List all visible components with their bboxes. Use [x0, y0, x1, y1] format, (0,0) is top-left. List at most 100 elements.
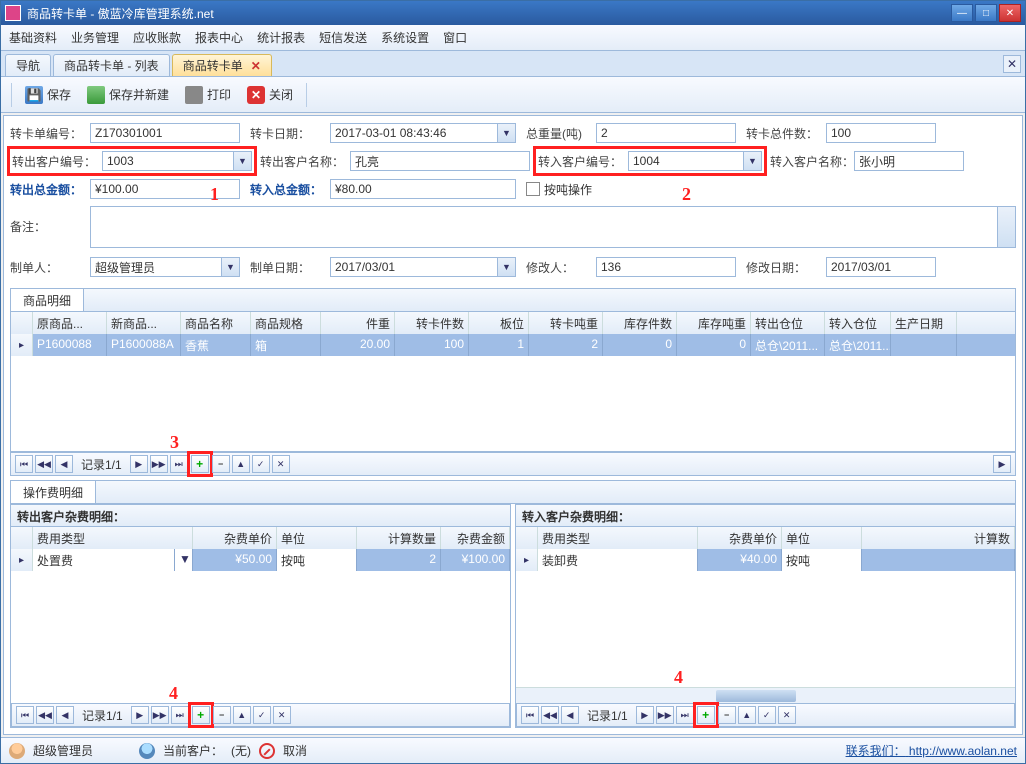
field-bill-no[interactable]: Z170301001 [90, 123, 240, 143]
nav-prevpage[interactable]: ◀◀ [36, 706, 54, 724]
nav-ok[interactable]: ✓ [253, 706, 271, 724]
col-header[interactable]: 原商品... [33, 312, 107, 334]
window-close-button[interactable]: ✕ [999, 4, 1021, 22]
checkbox-per-ton[interactable] [526, 182, 540, 196]
col-header[interactable]: 杂费金额 [441, 527, 510, 549]
nav-scroll-right[interactable]: ▶ [993, 455, 1011, 473]
nav-cancel[interactable]: ✕ [778, 706, 796, 724]
nav-next[interactable]: ▶ [636, 706, 654, 724]
cancel-icon[interactable] [259, 743, 275, 759]
nav-first[interactable]: ⏮ [16, 706, 34, 724]
nav-last[interactable]: ⏭ [171, 706, 189, 724]
field-out-cust-no[interactable]: 1003▼ [102, 151, 252, 171]
field-in-cust-no[interactable]: 1004▼ [628, 151, 762, 171]
field-total-count[interactable]: 100 [826, 123, 936, 143]
menu-item[interactable]: 短信发送 [319, 29, 367, 46]
col-header[interactable]: 转卡吨重 [529, 312, 603, 334]
close-button[interactable]: ✕关闭 [240, 81, 300, 109]
col-header[interactable]: 单位 [782, 527, 862, 549]
nav-edit[interactable]: ▲ [232, 455, 250, 473]
col-header[interactable]: 新商品... [107, 312, 181, 334]
menu-item[interactable]: 系统设置 [381, 29, 429, 46]
table-row[interactable]: P1600088 P1600088A 香蕉 箱 20.00 100 1 2 0 … [11, 334, 1015, 356]
nav-prevpage[interactable]: ◀◀ [541, 706, 559, 724]
nav-ok[interactable]: ✓ [758, 706, 776, 724]
nav-edit[interactable]: ▲ [738, 706, 756, 724]
nav-first[interactable]: ⏮ [521, 706, 539, 724]
col-header[interactable]: 转卡件数 [395, 312, 469, 334]
chevron-down-icon[interactable]: ▼ [221, 258, 239, 276]
nav-nextpage[interactable]: ▶▶ [150, 455, 168, 473]
save-new-button[interactable]: 保存并新建 [80, 81, 176, 109]
field-make-date[interactable]: 2017/03/01▼ [330, 257, 516, 277]
col-header[interactable]: 计算数量 [357, 527, 441, 549]
menu-item[interactable]: 报表中心 [195, 29, 243, 46]
nav-add[interactable]: + [192, 706, 210, 724]
menu-item[interactable]: 基础资料 [9, 29, 57, 46]
col-header[interactable]: 件重 [321, 312, 395, 334]
col-header[interactable]: 费用类型 [33, 527, 193, 549]
field-maker[interactable]: 超级管理员▼ [90, 257, 240, 277]
chevron-down-icon[interactable]: ▼ [497, 258, 515, 276]
col-header[interactable]: 单位 [277, 527, 357, 549]
chevron-down-icon[interactable]: ▼ [233, 152, 251, 170]
save-button[interactable]: 💾保存 [18, 81, 78, 109]
tab-nav[interactable]: 导航 [5, 54, 51, 76]
nav-remove[interactable]: − [213, 706, 231, 724]
nav-remove[interactable]: − [212, 455, 230, 473]
col-header[interactable]: 计算数 [862, 527, 1015, 549]
menu-item[interactable]: 窗口 [443, 29, 467, 46]
nav-first[interactable]: ⏮ [15, 455, 33, 473]
product-section-tab[interactable]: 商品明细 [11, 289, 84, 311]
col-header[interactable]: 库存吨重 [677, 312, 751, 334]
nav-edit[interactable]: ▲ [233, 706, 251, 724]
col-header[interactable]: 杂费单价 [698, 527, 782, 549]
field-remark[interactable] [90, 206, 1016, 248]
tab-close-icon[interactable]: ✕ [251, 59, 261, 73]
table-row[interactable]: 处置费 ▼ ¥50.00 按吨 2 ¥100.00 [11, 549, 510, 571]
hscrollbar[interactable] [516, 687, 1015, 703]
field-in-cust-name[interactable]: 张小明 [854, 151, 964, 171]
tab-form[interactable]: 商品转卡单✕ [172, 54, 272, 76]
tab-list[interactable]: 商品转卡单 - 列表 [53, 54, 170, 76]
scrollbar[interactable] [997, 207, 1015, 247]
status-cancel[interactable]: 取消 [283, 742, 307, 759]
col-header[interactable]: 转入仓位 [825, 312, 891, 334]
menu-item[interactable]: 统计报表 [257, 29, 305, 46]
col-header[interactable]: 商品名称 [181, 312, 251, 334]
col-header[interactable]: 库存件数 [603, 312, 677, 334]
nav-add[interactable]: + [191, 455, 209, 473]
maximize-button[interactable]: □ [975, 4, 997, 22]
chevron-down-icon[interactable]: ▼ [497, 124, 515, 142]
minimize-button[interactable]: — [951, 4, 973, 22]
nav-remove[interactable]: − [718, 706, 736, 724]
field-out-cust-name[interactable]: 孔亮 [350, 151, 530, 171]
field-in-amount[interactable]: ¥80.00 [330, 179, 516, 199]
col-header[interactable]: 商品规格 [251, 312, 321, 334]
field-modifier[interactable]: 136 [596, 257, 736, 277]
col-header[interactable]: 杂费单价 [193, 527, 277, 549]
nav-cancel[interactable]: ✕ [272, 455, 290, 473]
print-button[interactable]: 打印 [178, 81, 238, 109]
menu-item[interactable]: 业务管理 [71, 29, 119, 46]
table-row[interactable]: 装卸费 ¥40.00 按吨 [516, 549, 1015, 571]
nav-last[interactable]: ⏭ [676, 706, 694, 724]
col-header[interactable]: 板位 [469, 312, 529, 334]
field-modify-date[interactable]: 2017/03/01 [826, 257, 936, 277]
nav-cancel[interactable]: ✕ [273, 706, 291, 724]
nav-prev[interactable]: ◀ [56, 706, 74, 724]
col-header[interactable]: 费用类型 [538, 527, 698, 549]
nav-prevpage[interactable]: ◀◀ [35, 455, 53, 473]
nav-nextpage[interactable]: ▶▶ [151, 706, 169, 724]
menu-item[interactable]: 应收账款 [133, 29, 181, 46]
nav-next[interactable]: ▶ [131, 706, 149, 724]
nav-next[interactable]: ▶ [130, 455, 148, 473]
nav-prev[interactable]: ◀ [561, 706, 579, 724]
nav-prev[interactable]: ◀ [55, 455, 73, 473]
nav-nextpage[interactable]: ▶▶ [656, 706, 674, 724]
nav-last[interactable]: ⏭ [170, 455, 188, 473]
field-total-weight[interactable]: 2 [596, 123, 736, 143]
nav-add[interactable]: + [697, 706, 715, 724]
chevron-down-icon[interactable]: ▼ [743, 152, 761, 170]
status-url[interactable]: http://www.aolan.net [909, 744, 1017, 758]
